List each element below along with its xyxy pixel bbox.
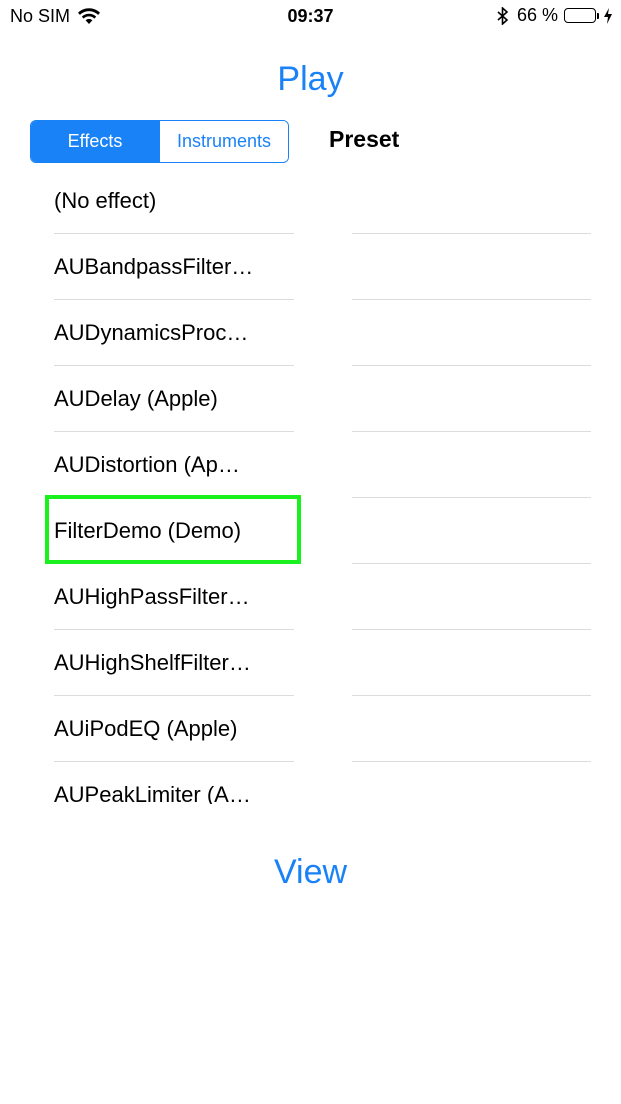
- status-right: 66 %: [497, 5, 613, 26]
- preset-separator: [352, 233, 591, 234]
- effect-row-audistortion[interactable]: AUDistortion (Ap…: [54, 432, 294, 498]
- play-button[interactable]: Play: [0, 60, 621, 99]
- effect-label: AUHighShelfFilter…: [54, 650, 251, 675]
- effect-row-audynamicsprocessor[interactable]: AUDynamicsProc…: [54, 300, 294, 366]
- effect-label: AUDelay (Apple): [54, 386, 218, 411]
- effect-label: AUDistortion (Ap…: [54, 452, 240, 477]
- effect-label: FilterDemo (Demo): [54, 518, 242, 543]
- effect-row-filterdemo[interactable]: FilterDemo (Demo): [54, 498, 294, 564]
- preset-separator: [352, 629, 591, 630]
- effect-label: AUiPodEQ (Apple): [54, 716, 238, 741]
- battery-percent: 66 %: [516, 5, 558, 25]
- instruments-segment[interactable]: Instruments: [159, 121, 288, 162]
- screen: No SIM 09:37 66 % Play Effects Instrumen…: [0, 0, 621, 1104]
- preset-separator: [352, 761, 591, 762]
- effects-segment[interactable]: Effects: [31, 121, 159, 162]
- effect-row-auhighshelffilter[interactable]: AUHighShelfFilter…: [54, 630, 294, 696]
- view-button[interactable]: View: [0, 853, 621, 892]
- preset-separator: [352, 497, 591, 498]
- effect-row-audelay[interactable]: AUDelay (Apple): [54, 366, 294, 432]
- effect-row-no-effect[interactable]: (No effect): [54, 168, 294, 234]
- battery-icon: [564, 8, 599, 23]
- preset-heading: Preset: [329, 126, 400, 152]
- effects-list[interactable]: (No effect) AUBandpassFilter… AUDynamics…: [0, 168, 300, 804]
- preset-separator: [352, 365, 591, 366]
- effect-label: AUBandpassFilter…: [54, 254, 254, 279]
- effect-label: (No effect): [54, 188, 157, 213]
- effects-instruments-segmented-control: Effects Instruments: [30, 120, 289, 163]
- preset-separator: [352, 299, 591, 300]
- effect-row-aupeaklimiter[interactable]: AUPeakLimiter (A…: [54, 762, 294, 804]
- effect-label: AUHighPassFilter…: [54, 584, 250, 609]
- effect-label: AUPeakLimiter (A…: [54, 782, 251, 804]
- preset-separator: [352, 431, 591, 432]
- preset-separator: [352, 563, 591, 564]
- effect-row-auipodeq[interactable]: AUiPodEQ (Apple): [54, 696, 294, 762]
- effect-label: AUDynamicsProc…: [54, 320, 249, 345]
- effect-row-auhighpassfilter[interactable]: AUHighPassFilter…: [54, 564, 294, 630]
- charging-bolt-icon: [603, 7, 613, 24]
- preset-separator: [352, 695, 591, 696]
- status-bar: No SIM 09:37 66 %: [0, 0, 621, 34]
- bluetooth-icon: [497, 5, 509, 26]
- effect-row-aubandpassfilter[interactable]: AUBandpassFilter…: [54, 234, 294, 300]
